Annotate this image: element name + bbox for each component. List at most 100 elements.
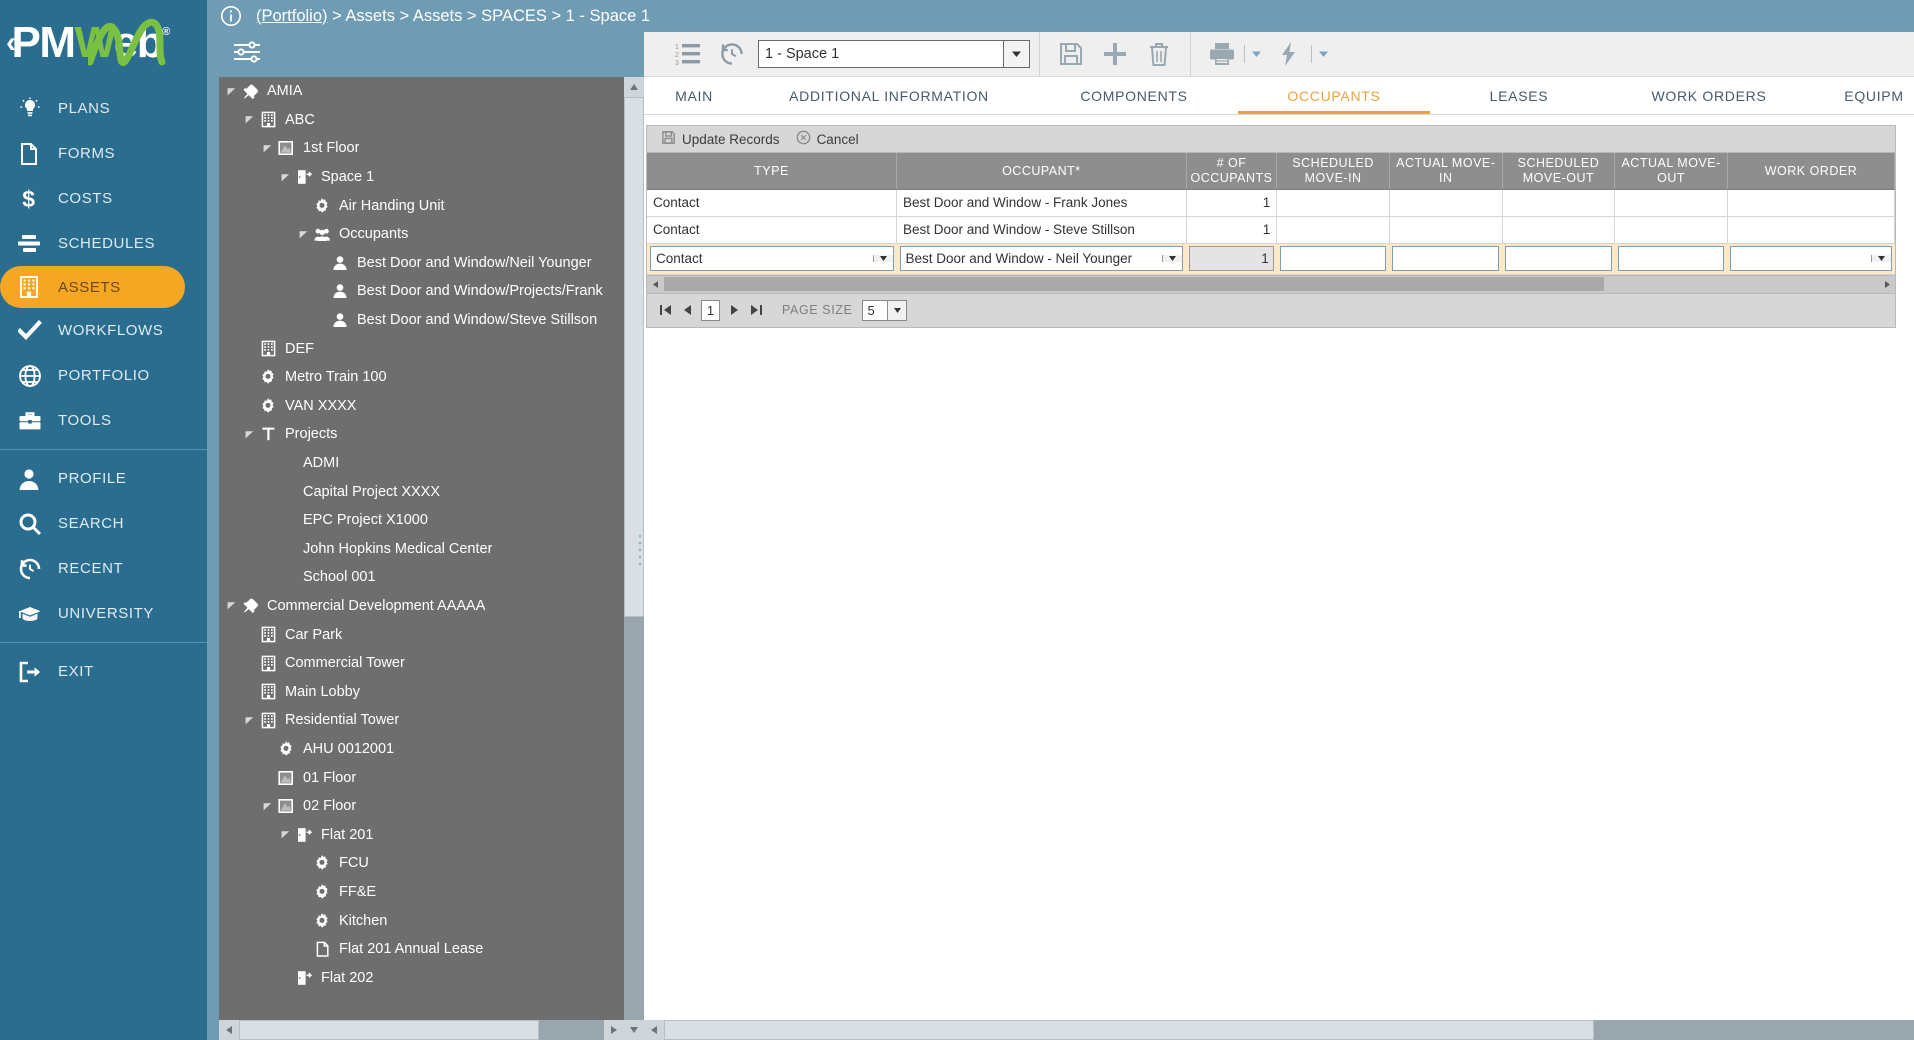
tree-node[interactable]: ABC xyxy=(219,106,630,135)
tab-equipm[interactable]: EQUIPM xyxy=(1814,77,1914,114)
occupant-combo[interactable]: Best Door and Window - Neil Younger xyxy=(899,246,1184,271)
chevron-down-icon[interactable] xyxy=(887,300,907,320)
tree-collapse-arrow-icon[interactable] xyxy=(278,830,292,839)
tree-hscroll-thumb[interactable] xyxy=(239,1020,539,1040)
cancel-button[interactable]: Cancel xyxy=(796,130,859,148)
scroll-left-arrow-icon[interactable] xyxy=(219,1020,239,1040)
tree-node[interactable]: Best Door and Window/Neil Younger xyxy=(219,249,630,278)
page-size-select[interactable]: 5 xyxy=(862,299,908,321)
scheduled-move-out-input[interactable] xyxy=(1505,246,1612,271)
sidebar-item-recent[interactable]: RECENT xyxy=(0,546,207,591)
tree-node[interactable]: FF&E xyxy=(219,878,630,907)
scroll-right-arrow-icon[interactable] xyxy=(604,1020,624,1040)
work-order-combo[interactable] xyxy=(1730,246,1892,271)
print-split-button[interactable] xyxy=(1200,32,1267,76)
next-page-icon[interactable] xyxy=(726,304,742,316)
cell-occupant[interactable]: Best Door and Window - Steve Stillson xyxy=(896,216,1187,244)
sidebar-item-workflows[interactable]: WORKFLOWS xyxy=(0,308,207,353)
scroll-up-arrow-icon[interactable] xyxy=(624,77,644,97)
tab-occupants[interactable]: OCCUPANTS xyxy=(1234,77,1434,114)
page-number-input[interactable]: 1 xyxy=(701,299,720,321)
tree-collapse-arrow-icon[interactable] xyxy=(278,173,292,182)
sidebar-item-schedules[interactable]: SCHEDULES xyxy=(0,221,207,266)
cell-actual-move-in[interactable] xyxy=(1389,189,1503,217)
tab-components[interactable]: COMPONENTS xyxy=(1034,77,1234,114)
tree-node[interactable]: John Hopkins Medical Center xyxy=(219,535,630,564)
edit-cell-actual-move-out[interactable] xyxy=(1614,243,1728,275)
app-logo[interactable]: ‹PMWeb® xyxy=(0,0,207,86)
tab-additional-information[interactable]: ADDITIONAL INFORMATION xyxy=(744,77,1034,114)
actual-move-in-input[interactable] xyxy=(1392,246,1500,271)
cell-scheduled-move-in[interactable] xyxy=(1276,216,1390,244)
main-hscroll-thumb[interactable] xyxy=(664,1020,1594,1040)
filter-sliders-icon[interactable] xyxy=(232,39,262,70)
tree-node[interactable]: Commercial Development AAAAA xyxy=(219,592,630,621)
tree-node[interactable]: AHU 0012001 xyxy=(219,735,630,764)
table-edit-row[interactable]: Contact Best Door and Window - Neil Young… xyxy=(647,243,1895,275)
numbered-list-icon[interactable]: 1 2 3 xyxy=(666,32,710,76)
edit-cell-actual-move-in[interactable] xyxy=(1389,243,1503,275)
type-combo[interactable]: Contact xyxy=(650,246,894,271)
tree-horizontal-scrollbar[interactable] xyxy=(219,1020,624,1040)
tree-node[interactable]: Car Park xyxy=(219,620,630,649)
chevron-down-icon[interactable] xyxy=(1312,32,1334,76)
cell-scheduled-move-in[interactable] xyxy=(1276,189,1390,217)
tree-collapse-arrow-icon[interactable] xyxy=(260,802,274,811)
tab-work-orders[interactable]: WORK ORDERS xyxy=(1604,77,1814,114)
breadcrumb-root-link[interactable]: (Portfolio) xyxy=(256,7,328,25)
sidebar-item-costs[interactable]: $ COSTS xyxy=(0,176,207,221)
tree-node[interactable]: 01 Floor xyxy=(219,763,630,792)
tree-node[interactable]: FCU xyxy=(219,849,630,878)
lightning-bolt-icon[interactable] xyxy=(1267,32,1311,76)
panel-splitter-handle[interactable] xyxy=(637,532,643,572)
sidebar-item-forms[interactable]: FORMS xyxy=(0,131,207,176)
column-header[interactable]: ACTUAL MOVE-OUT xyxy=(1614,153,1728,190)
column-header[interactable]: SCHEDULED MOVE-IN xyxy=(1276,153,1390,190)
table-row[interactable]: Contact Best Door and Window - Steve Stil… xyxy=(647,216,1896,244)
tree-node[interactable]: 1st Floor xyxy=(219,134,630,163)
edit-cell-type[interactable]: Contact xyxy=(647,243,897,275)
cell-work-order[interactable] xyxy=(1727,189,1896,217)
tree-node[interactable]: 02 Floor xyxy=(219,792,630,821)
tree-collapse-arrow-icon[interactable] xyxy=(260,144,274,153)
tree-node[interactable]: Residential Tower xyxy=(219,706,630,735)
tree-node[interactable]: Kitchen xyxy=(219,906,630,935)
cell-scheduled-move-out[interactable] xyxy=(1502,189,1616,217)
cell-actual-move-out[interactable] xyxy=(1614,189,1728,217)
first-page-icon[interactable] xyxy=(657,304,673,316)
chevron-down-icon[interactable] xyxy=(872,255,893,262)
column-header[interactable]: ACTUAL MOVE-IN xyxy=(1389,153,1503,190)
edit-cell-num-occupants[interactable]: 1 xyxy=(1186,243,1277,275)
tree-node[interactable]: EPC Project X1000 xyxy=(219,506,630,535)
chevron-down-icon[interactable] xyxy=(1003,41,1029,67)
tree-node[interactable]: DEF xyxy=(219,334,630,363)
tree-node[interactable]: Flat 201 Annual Lease xyxy=(219,935,630,964)
tree-collapse-arrow-icon[interactable] xyxy=(242,115,256,124)
tree-collapse-arrow-icon[interactable] xyxy=(242,716,256,725)
history-clock-icon[interactable] xyxy=(710,32,754,76)
scroll-left-arrow-icon[interactable] xyxy=(644,1020,664,1040)
actions-split-button[interactable] xyxy=(1267,32,1334,76)
tree-node[interactable]: Air Handing Unit xyxy=(219,191,630,220)
tree-node[interactable]: Capital Project XXXX xyxy=(219,477,630,506)
update-records-button[interactable]: Update Records xyxy=(661,130,780,148)
edit-cell-scheduled-move-in[interactable] xyxy=(1276,243,1390,275)
prev-page-icon[interactable] xyxy=(679,304,695,316)
tree-node[interactable]: Best Door and Window/Steve Stillson xyxy=(219,306,630,335)
tree-node[interactable]: Occupants xyxy=(219,220,630,249)
cell-occupant[interactable]: Best Door and Window - Frank Jones xyxy=(896,189,1187,217)
last-page-icon[interactable] xyxy=(748,304,764,316)
scroll-left-arrow-icon[interactable] xyxy=(647,280,663,289)
cell-work-order[interactable] xyxy=(1727,216,1896,244)
tree-node[interactable]: School 001 xyxy=(219,563,630,592)
cell-actual-move-in[interactable] xyxy=(1389,216,1503,244)
sidebar-item-assets[interactable]: ASSETS xyxy=(0,266,185,308)
tree-node[interactable]: Flat 201 xyxy=(219,820,630,849)
column-header[interactable]: OCCUPANT* xyxy=(896,153,1187,190)
tree-node[interactable]: VAN XXXX xyxy=(219,392,630,421)
tree-node[interactable]: Space 1 xyxy=(219,163,630,192)
scroll-right-arrow-icon[interactable] xyxy=(1879,280,1895,289)
tree-collapse-arrow-icon[interactable] xyxy=(224,601,238,610)
tree-node[interactable]: Projects xyxy=(219,420,630,449)
cell-actual-move-out[interactable] xyxy=(1614,216,1728,244)
